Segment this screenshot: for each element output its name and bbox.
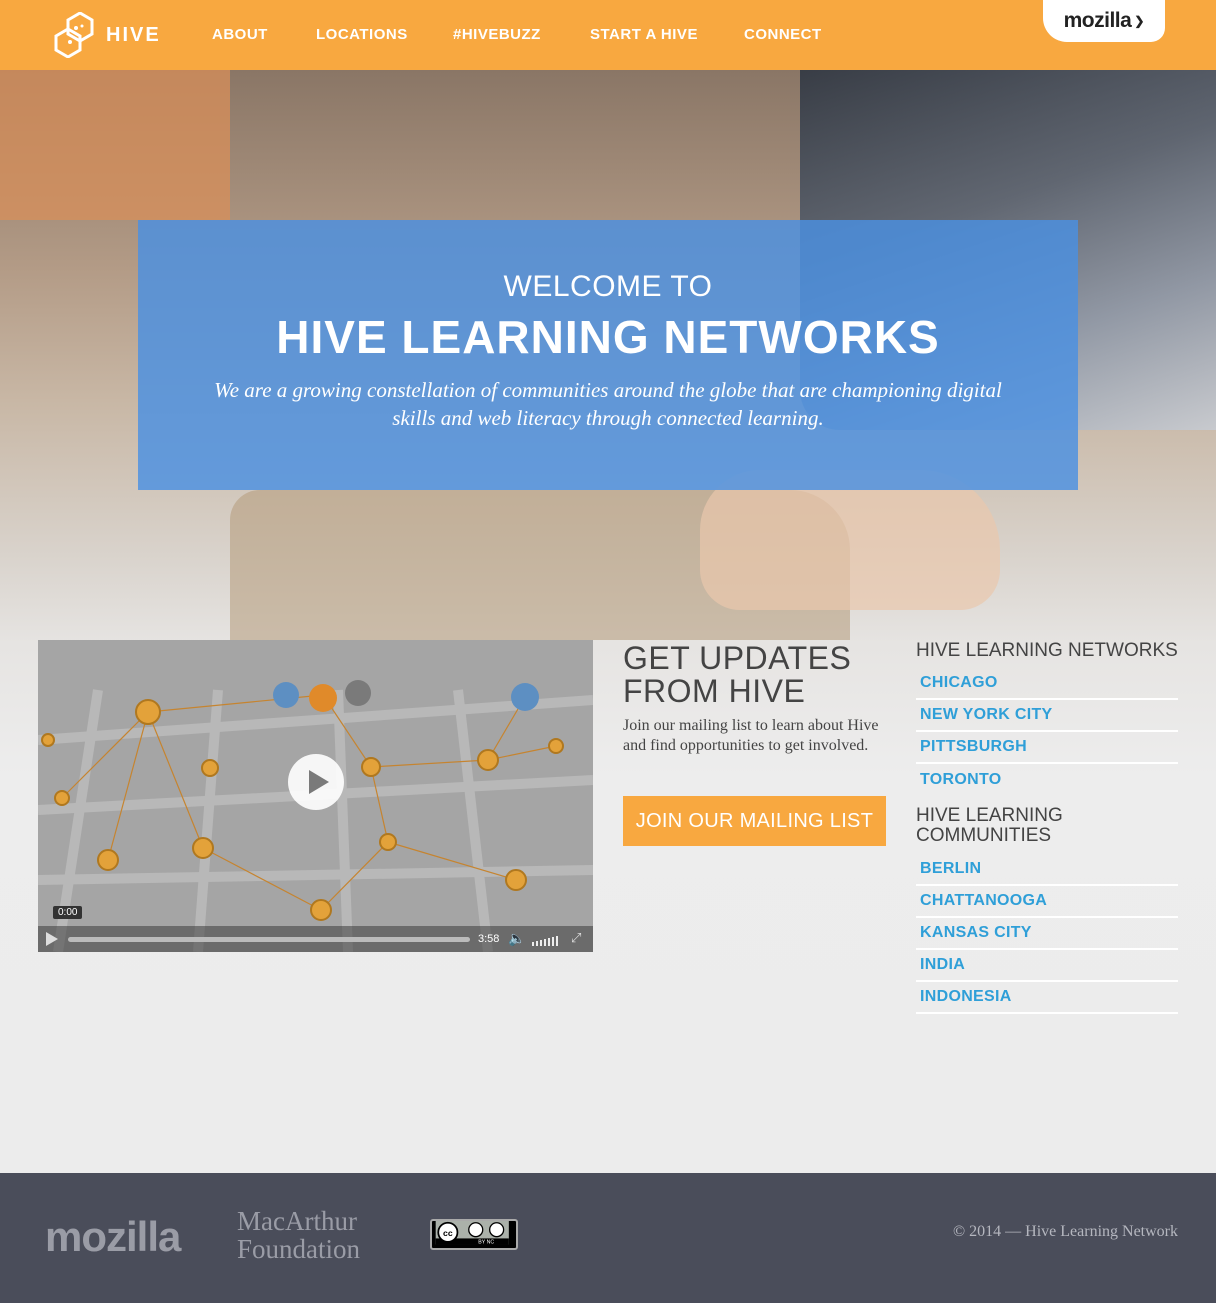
updates-body: Join our mailing list to learn about Hiv… bbox=[623, 717, 879, 754]
nav-locations[interactable]: LOCATIONS bbox=[316, 26, 408, 43]
list-item: INDONESIA bbox=[916, 982, 1178, 1014]
video-duration: 3:58 bbox=[478, 933, 500, 945]
top-nav: HIVE ABOUT LOCATIONS #HIVEBUZZ START A H… bbox=[0, 0, 1216, 70]
networks-list: CHICAGO NEW YORK CITY PITTSBURGH TORONTO bbox=[916, 668, 1178, 796]
video-controls: 0:00 3:58 🔈 ⤢ bbox=[38, 906, 593, 952]
nav-hivebuzz[interactable]: #HIVEBUZZ bbox=[453, 26, 541, 43]
hive-hexagon-icon bbox=[54, 12, 94, 58]
network-link-toronto[interactable]: TORONTO bbox=[920, 771, 1002, 789]
hero-card: WELCOME TO HIVE LEARNING NETWORKS We are… bbox=[138, 220, 1078, 490]
list-item: INDIA bbox=[916, 950, 1178, 982]
footer-copyright: © 2014 — Hive Learning Network bbox=[953, 1223, 1178, 1240]
list-item: PITTSBURGH bbox=[916, 732, 1178, 764]
cc-license-icon: cc BY NC bbox=[435, 1221, 509, 1246]
mozilla-tab-label: mozilla bbox=[1063, 9, 1132, 32]
footer: mozilla MacArthur Foundation cc BY NC © … bbox=[0, 1173, 1216, 1303]
logo-text: HIVE bbox=[106, 23, 161, 46]
join-mailing-list-button[interactable]: JOIN OUR MAILING LIST bbox=[623, 796, 886, 846]
volume-level[interactable] bbox=[532, 936, 558, 946]
svg-text:cc: cc bbox=[443, 1228, 453, 1238]
community-link-india[interactable]: INDIA bbox=[920, 956, 965, 974]
fullscreen-icon[interactable]: ⤢ bbox=[571, 930, 581, 946]
network-link-new-york-city[interactable]: NEW YORK CITY bbox=[920, 706, 1053, 724]
community-link-chattanooga[interactable]: CHATTANOOGA bbox=[920, 892, 1047, 910]
community-link-berlin[interactable]: BERLIN bbox=[920, 860, 981, 878]
nav-about[interactable]: ABOUT bbox=[212, 26, 268, 43]
list-item: BERLIN bbox=[916, 854, 1178, 886]
network-link-pittsburgh[interactable]: PITTSBURGH bbox=[920, 738, 1027, 756]
footer-mozilla-logo[interactable]: mozilla bbox=[45, 1213, 181, 1261]
video-player[interactable]: 0:00 3:58 🔈 ⤢ bbox=[38, 640, 593, 952]
list-item: TORONTO bbox=[916, 764, 1178, 796]
video-progress-bar[interactable] bbox=[68, 937, 470, 942]
nav-start-a-hive[interactable]: START A HIVE bbox=[590, 26, 698, 43]
community-link-indonesia[interactable]: INDONESIA bbox=[920, 988, 1012, 1006]
play-button[interactable] bbox=[288, 754, 344, 810]
chevron-down-icon: ❯ bbox=[1134, 14, 1145, 28]
updates-title: GET UPDATES FROM HIVE bbox=[623, 640, 852, 709]
video-current-time: 0:00 bbox=[53, 906, 83, 919]
list-item: NEW YORK CITY bbox=[916, 700, 1178, 732]
hero-title: HIVE LEARNING NETWORKS bbox=[276, 311, 940, 363]
networks-heading: HIVE LEARNING NETWORKS bbox=[916, 640, 1178, 661]
list-item: KANSAS CITY bbox=[916, 918, 1178, 950]
communities-list: BERLIN CHATTANOOGA KANSAS CITY INDIA IND… bbox=[916, 854, 1178, 1014]
volume-icon[interactable]: 🔈 bbox=[508, 930, 525, 947]
hero-photo-box bbox=[0, 70, 230, 220]
mozilla-tab[interactable]: mozilla ❯ bbox=[1043, 0, 1165, 42]
creative-commons-badge[interactable]: cc BY NC bbox=[430, 1219, 518, 1250]
footer-macarthur-logo[interactable]: MacArthur Foundation bbox=[237, 1207, 387, 1263]
network-link-chicago[interactable]: CHICAGO bbox=[920, 674, 998, 692]
list-item: CHICAGO bbox=[916, 668, 1178, 700]
hero-subtitle: We are a growing constellation of commun… bbox=[214, 378, 1002, 430]
communities-heading: HIVE LEARNING COMMUNITIES bbox=[916, 805, 1063, 846]
list-item: CHATTANOOGA bbox=[916, 886, 1178, 918]
hive-logo[interactable]: HIVE bbox=[52, 12, 162, 58]
cc-badge-label: BY NC bbox=[478, 1240, 494, 1246]
play-icon[interactable] bbox=[46, 932, 58, 946]
hero-welcome: WELCOME TO bbox=[503, 270, 713, 303]
nav-connect[interactable]: CONNECT bbox=[744, 26, 822, 43]
community-link-kansas-city[interactable]: KANSAS CITY bbox=[920, 924, 1032, 942]
hero-photo-hand bbox=[700, 470, 1000, 610]
